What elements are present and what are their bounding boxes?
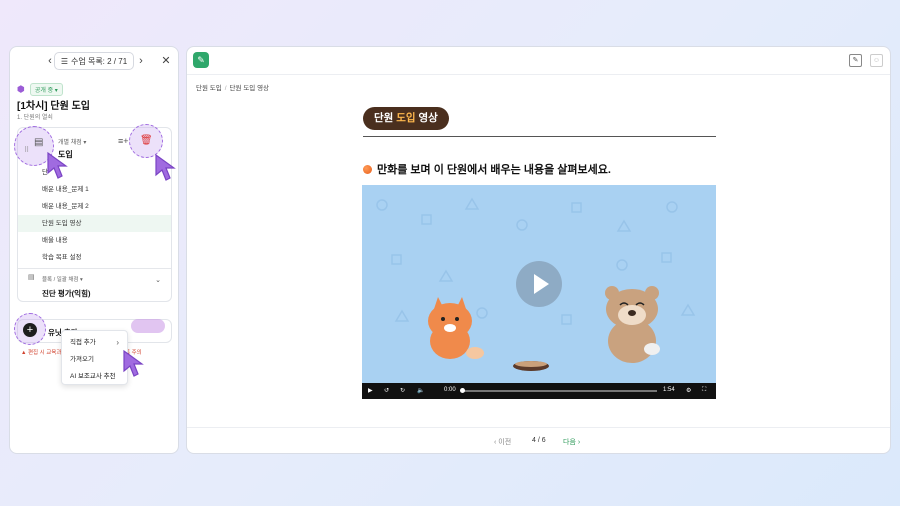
settings-icon[interactable]: ⚙ (686, 387, 691, 394)
progress-handle[interactable] (460, 388, 466, 393)
chevron-right-icon[interactable]: › (133, 53, 149, 69)
list-item[interactable]: 배울 내용 (18, 232, 171, 249)
otter-character (605, 286, 660, 363)
list-item[interactable]: 단 (18, 164, 171, 181)
lesson-sidebar: ‹ ☰ 수업 목록: 2 / 71 › ✕ ⬢ 공개 중 ▾ [1차시] 단원 … (9, 46, 179, 454)
viewer-toolbar: ✎ ✎ ☺ (187, 47, 890, 75)
list-item[interactable]: 배운 내용_문제 2 (18, 198, 171, 215)
document-icon: ▤ (28, 274, 35, 281)
volume-icon[interactable]: 🔈 (417, 387, 424, 394)
document-icon[interactable]: ▤ (34, 137, 43, 148)
cube-icon: ⬢ (17, 84, 25, 94)
duration: 1:54 (663, 387, 675, 393)
list-item-selected[interactable]: 단원 도입 영상 (18, 215, 171, 232)
public-status: ⬢ 공개 중 ▾ (17, 83, 63, 96)
chevron-right-icon: › (116, 338, 119, 347)
breadcrumb: 단원 도입 / 단원 도입 영상 (196, 85, 270, 92)
lesson-list-label: 수업 목록: 2 / 71 (71, 56, 128, 66)
memo-icon[interactable]: ✎ (849, 54, 862, 67)
bullet-icon (363, 164, 372, 174)
prev-page-button[interactable]: ‹ 이전 (494, 437, 511, 447)
lesson-navigator: ‹ ☰ 수업 목록: 2 / 71 › ✕ (10, 47, 178, 75)
rewind-icon[interactable]: ↺ (384, 387, 389, 394)
pagination: ‹ 이전 4 / 6 다음 › (187, 427, 890, 453)
lesson-subtitle: 1. 단원의 열쇠 (17, 115, 53, 121)
play-button[interactable] (516, 261, 562, 307)
section-banner: 단원 도입 영상 (363, 107, 449, 130)
breadcrumb-item[interactable]: 단원 도입 (196, 85, 222, 92)
drag-handle-icon[interactable]: ⠿ (24, 146, 29, 154)
menu-item-import[interactable]: 가져오기 (62, 351, 127, 368)
divider (18, 268, 171, 269)
lesson-title: [1차시] 단원 도입 (17, 101, 90, 112)
video-controls: ▶ ↺ ↻ 🔈 0:00 1:54 ⚙ ⛶ (362, 383, 716, 399)
grading-mode[interactable]: 개별 채점 ▾ (58, 137, 86, 146)
question-text: 만화를 보며 이 단원에서 배우는 내용을 살펴보세요. (363, 161, 611, 177)
list-item[interactable]: 학습 목표 설정 (18, 249, 171, 266)
logo-icon[interactable]: ✎ (193, 52, 209, 68)
page-indicator: 4 / 6 (532, 437, 546, 444)
public-tag[interactable]: 공개 중 ▾ (29, 83, 63, 96)
section-grading-mode[interactable]: 블록 / 일괄 채점 ▾ (42, 275, 83, 283)
lesson-list-button[interactable]: ☰ 수업 목록: 2 / 71 (53, 52, 135, 70)
person-icon[interactable]: ☺ (870, 54, 883, 67)
chevron-left-icon[interactable]: ‹ (42, 53, 58, 69)
play-icon[interactable]: ▶ (368, 387, 373, 394)
section-title: 진단 평가(익힘) (42, 289, 91, 298)
divider (363, 136, 716, 137)
video-player[interactable]: ▶ ↺ ↻ 🔈 0:00 1:54 ⚙ ⛶ (362, 185, 716, 399)
breadcrumb-item: 단원 도입 영상 (229, 85, 270, 92)
list-item[interactable]: 배운 내용_문제 1 (18, 181, 171, 198)
content-viewer: ✎ ✎ ☺ 단원 도입 / 단원 도입 영상 단원 도입 영상 만화를 보며 이 단… (186, 46, 891, 454)
list-icon: ☰ (60, 56, 69, 66)
trash-icon[interactable]: 🗑 (140, 135, 153, 146)
current-time: 0:00 (444, 387, 456, 393)
fullscreen-icon[interactable]: ⛶ (702, 387, 706, 394)
sparkle-decoration (131, 319, 165, 333)
menu-item-direct-add[interactable]: 직접 추가 › (62, 334, 127, 351)
sort-icon[interactable]: ≡+ (118, 136, 129, 146)
progress-bar[interactable] (460, 388, 657, 393)
menu-item-ai-recommend[interactable]: AI 보조교사 추천 (62, 368, 127, 385)
next-page-button[interactable]: 다음 › (563, 437, 580, 447)
forward-icon[interactable]: ↻ (400, 387, 405, 394)
fox-character (428, 297, 484, 359)
unit-item-list: 단 배운 내용_문제 1 배운 내용_문제 2 단원 도입 영상 배울 내용 학… (18, 164, 171, 266)
chevron-down-icon[interactable]: ⌄ (155, 276, 161, 284)
add-menu: 직접 추가 › 가져오기 AI 보조교사 추천 (61, 330, 128, 385)
plus-icon[interactable]: + (23, 323, 37, 337)
close-icon[interactable]: ✕ (158, 53, 174, 69)
